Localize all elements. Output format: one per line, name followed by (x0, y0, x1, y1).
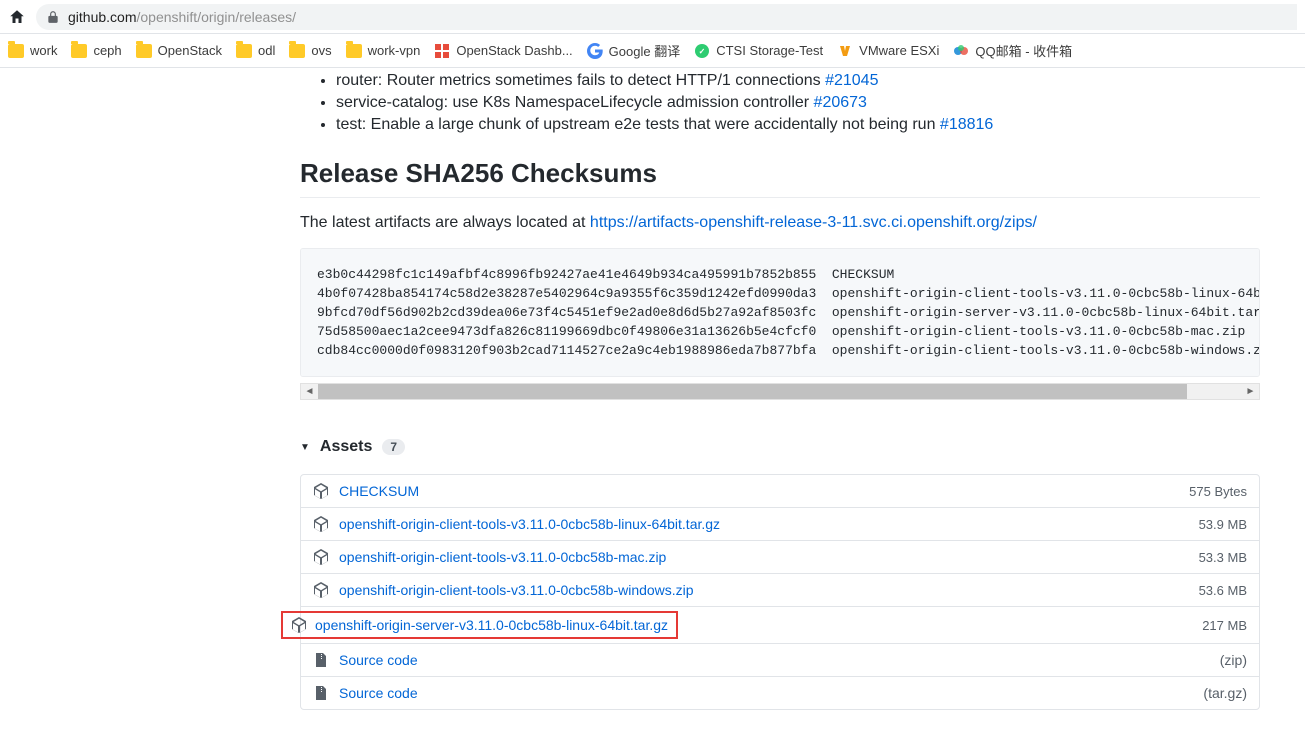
bookmark-label: ovs (311, 43, 331, 58)
scroll-right-icon[interactable]: ► (1242, 383, 1259, 400)
asset-row[interactable]: openshift-origin-server-v3.11.0-0cbc58b-… (301, 607, 1259, 644)
asset-row[interactable]: Source code (zip) (301, 644, 1259, 677)
package-icon (313, 582, 329, 598)
lead-paragraph: The latest artifacts are always located … (300, 214, 1260, 232)
asset-row[interactable]: CHECKSUM575 Bytes (301, 475, 1259, 508)
asset-size: 53.3 MB (1199, 550, 1247, 565)
horizontal-scrollbar[interactable]: ◄ ► (300, 383, 1260, 400)
bookmark-item[interactable]: ✓ CTSI Storage-Test (694, 43, 823, 59)
artifacts-link[interactable]: https://artifacts-openshift-release-3-11… (590, 214, 1037, 231)
favicon-icon (953, 43, 969, 59)
changelog-item: service-catalog: use K8s NamespaceLifecy… (336, 94, 1260, 112)
asset-link[interactable]: Source code (339, 685, 1203, 701)
url-text: github.com/openshift/origin/releases/ (68, 9, 296, 25)
scroll-track[interactable] (318, 384, 1242, 399)
bookmark-label: OpenStack Dashb... (456, 43, 572, 58)
lock-icon (46, 10, 60, 24)
bookmark-item[interactable]: odl (236, 43, 275, 58)
package-icon (291, 617, 307, 633)
bookmarks-bar: work ceph OpenStack odl ovs work-vpn OpenStack… (0, 34, 1305, 68)
scroll-left-icon[interactable]: ◄ (301, 383, 318, 400)
assets-label: Assets (320, 438, 372, 456)
favicon-icon (587, 43, 603, 59)
favicon-icon (837, 43, 853, 59)
bookmark-label: ceph (93, 43, 121, 58)
assets-count: 7 (382, 439, 405, 455)
bookmark-item[interactable]: work (8, 43, 57, 58)
folder-icon (236, 44, 252, 58)
asset-size: 217 MB (1202, 618, 1247, 633)
bookmark-item[interactable]: ovs (289, 43, 331, 58)
browser-toolbar: github.com/openshift/origin/releases/ (0, 0, 1305, 34)
bookmark-label: OpenStack (158, 43, 222, 58)
home-icon[interactable] (8, 8, 26, 26)
folder-icon (8, 44, 24, 58)
asset-row[interactable]: openshift-origin-client-tools-v3.11.0-0c… (301, 574, 1259, 607)
bookmark-item[interactable]: OpenStack Dashb... (434, 43, 572, 59)
asset-size: 575 Bytes (1189, 484, 1247, 499)
changelog-text: test: Enable a large chunk of upstream e… (336, 116, 940, 133)
bookmark-label: work-vpn (368, 43, 421, 58)
asset-link[interactable]: CHECKSUM (339, 483, 1189, 499)
scroll-thumb[interactable] (318, 384, 1187, 399)
folder-icon (289, 44, 305, 58)
asset-row[interactable]: Source code (tar.gz) (301, 677, 1259, 709)
package-icon (313, 516, 329, 532)
bookmark-label: Google 翻译 (609, 41, 681, 60)
bookmark-label: work (30, 43, 57, 58)
asset-row[interactable]: openshift-origin-client-tools-v3.11.0-0c… (301, 508, 1259, 541)
address-bar[interactable]: github.com/openshift/origin/releases/ (36, 4, 1297, 30)
asset-size: 53.9 MB (1199, 517, 1247, 532)
asset-suffix: (zip) (1220, 652, 1247, 668)
checksum-code-block[interactable]: e3b0c44298fc1c149afbf4c8996fb92427ae41e4… (300, 248, 1260, 377)
bookmark-label: VMware ESXi (859, 43, 939, 58)
bookmark-label: odl (258, 43, 275, 58)
bookmark-item[interactable]: work-vpn (346, 43, 421, 58)
folder-icon (136, 44, 152, 58)
assets-toggle[interactable]: ▼ Assets 7 (300, 438, 1260, 464)
changelog-item: router: Router metrics sometimes fails t… (336, 72, 1260, 90)
asset-link[interactable]: openshift-origin-server-v3.11.0-0cbc58b-… (315, 617, 668, 633)
asset-suffix: (tar.gz) (1203, 685, 1247, 701)
asset-size: 53.6 MB (1199, 583, 1247, 598)
bookmark-item[interactable]: QQ邮箱 - 收件箱 (953, 41, 1072, 60)
changelog-item: test: Enable a large chunk of upstream e… (336, 116, 1260, 134)
bookmark-item[interactable]: OpenStack (136, 43, 222, 58)
package-icon (313, 483, 329, 499)
bookmark-label: CTSI Storage-Test (716, 43, 823, 58)
asset-row[interactable]: openshift-origin-client-tools-v3.11.0-0c… (301, 541, 1259, 574)
file-zip-icon (313, 652, 329, 668)
caret-down-icon: ▼ (300, 442, 310, 453)
bookmark-label: QQ邮箱 - 收件箱 (975, 41, 1072, 60)
favicon-icon (434, 43, 450, 59)
folder-icon (71, 44, 87, 58)
lead-text: The latest artifacts are always located … (300, 214, 590, 231)
asset-link[interactable]: Source code (339, 652, 1220, 668)
bookmark-item[interactable]: Google 翻译 (587, 41, 681, 60)
file-zip-icon (313, 685, 329, 701)
bookmark-item[interactable]: VMware ESXi (837, 43, 939, 59)
package-icon (313, 549, 329, 565)
asset-link[interactable]: openshift-origin-client-tools-v3.11.0-0c… (339, 516, 1199, 532)
favicon-icon: ✓ (694, 43, 710, 59)
bookmark-item[interactable]: ceph (71, 43, 121, 58)
asset-link[interactable]: openshift-origin-client-tools-v3.11.0-0c… (339, 582, 1199, 598)
page-content: router: Router metrics sometimes fails t… (0, 72, 1280, 710)
section-heading: Release SHA256 Checksums (300, 158, 1260, 198)
pr-link[interactable]: #18816 (940, 116, 993, 133)
pr-link[interactable]: #20673 (814, 94, 867, 111)
changelog-text: service-catalog: use K8s NamespaceLifecy… (336, 94, 814, 111)
changelog-text: router: Router metrics sometimes fails t… (336, 72, 825, 89)
svg-text:✓: ✓ (699, 47, 706, 56)
asset-link[interactable]: openshift-origin-client-tools-v3.11.0-0c… (339, 549, 1199, 565)
pr-link[interactable]: #21045 (825, 72, 878, 89)
assets-list: CHECKSUM575 Bytes openshift-origin-client… (300, 474, 1260, 710)
folder-icon (346, 44, 362, 58)
